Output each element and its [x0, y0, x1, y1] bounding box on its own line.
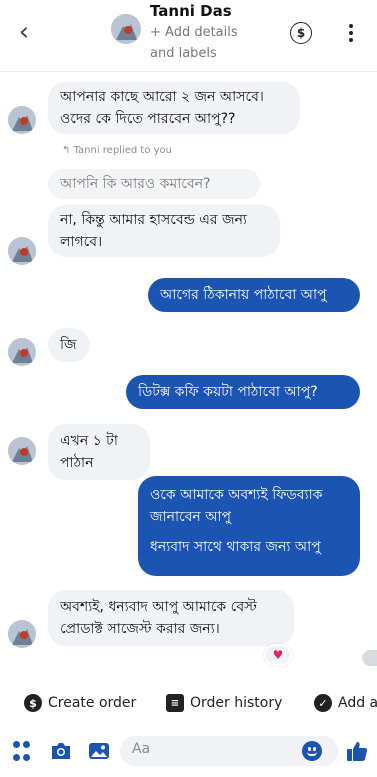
- dollar-circle-icon: $: [24, 694, 42, 712]
- back-button[interactable]: ‹: [12, 17, 36, 47]
- message-outgoing-line: ওকে আমাকে অবশ্যই ফিডব্যাক জানাবেন আপু: [150, 487, 323, 525]
- edge-indicator: [362, 650, 377, 666]
- message-outgoing[interactable]: আগের ঠিকানায় পাঠাবো আপু: [148, 278, 360, 312]
- avatar-image-icon: [8, 106, 36, 134]
- avatar-image-icon: [8, 338, 36, 366]
- sender-avatar[interactable]: [8, 437, 36, 465]
- avatar-image-icon: [8, 620, 36, 648]
- check-circle-icon: ✓: [314, 694, 332, 712]
- avatar-image-icon: [8, 237, 36, 265]
- contact-avatar[interactable]: [111, 14, 141, 44]
- add-details-link[interactable]: + Add details and labels: [150, 22, 260, 64]
- sender-avatar[interactable]: [8, 338, 36, 366]
- avatar-image-icon: [111, 14, 141, 44]
- message-incoming[interactable]: এখন ১ টা পাঠান: [48, 424, 150, 480]
- message-outgoing-line: ধন্যবাদ সাথে থাকার জন্য আপু: [150, 539, 321, 555]
- sender-avatar[interactable]: [8, 237, 36, 265]
- quoted-message[interactable]: আপনি কি আরও কমাবেন?: [48, 169, 260, 199]
- sender-avatar[interactable]: [8, 106, 36, 134]
- reply-arrow-icon: ↰: [62, 145, 74, 156]
- sender-avatar[interactable]: [8, 620, 36, 648]
- contact-name[interactable]: Tanni Das: [150, 2, 232, 20]
- order-history-button[interactable]: ≡ Order history: [166, 688, 282, 718]
- create-order-button[interactable]: $ Create order: [24, 688, 136, 718]
- avatar-image-icon: [8, 437, 36, 465]
- message-incoming[interactable]: আপনার কাছে আরো ২ জন আসবে। ওদের কে দিতে প…: [48, 82, 300, 134]
- thumbs-up-icon[interactable]: [346, 740, 368, 762]
- message-composer: Aa: [0, 728, 377, 777]
- message-outgoing[interactable]: ডিটক্স কফি কয়টা পাঠাবো আপু?: [126, 375, 360, 409]
- chat-header: ‹ Tanni Das + Add details and labels $: [0, 0, 377, 72]
- camera-icon[interactable]: [50, 740, 72, 762]
- reply-indicator: ↰ Tanni replied to you: [62, 145, 172, 156]
- apps-grid-icon[interactable]: [10, 740, 32, 762]
- emoji-icon[interactable]: [302, 741, 322, 761]
- receipt-icon: ≡: [166, 694, 184, 712]
- gallery-icon[interactable]: [88, 740, 110, 762]
- chevron-left-icon: ‹: [18, 17, 30, 47]
- more-vertical-icon[interactable]: [344, 20, 358, 46]
- quick-actions-bar: $ Create order ≡ Order history ✓ Add a: [0, 684, 377, 722]
- message-incoming[interactable]: জি: [48, 328, 90, 362]
- add-button[interactable]: ✓ Add a: [314, 688, 377, 718]
- dollar-circle-icon[interactable]: $: [290, 22, 312, 44]
- message-incoming[interactable]: অবশ্যই, ধন্যবাদ আপু আমাকে বেস্ট প্রোডাক্…: [48, 590, 294, 646]
- message-outgoing-group[interactable]: ওকে আমাকে অবশ্যই ফিডব্যাক জানাবেন আপু ধন…: [138, 476, 360, 576]
- heart-reaction-icon[interactable]: ♥: [264, 644, 292, 666]
- message-incoming[interactable]: না, কিন্তু আমার হাসবেন্ড এর জন্য লাগবে।: [48, 205, 280, 257]
